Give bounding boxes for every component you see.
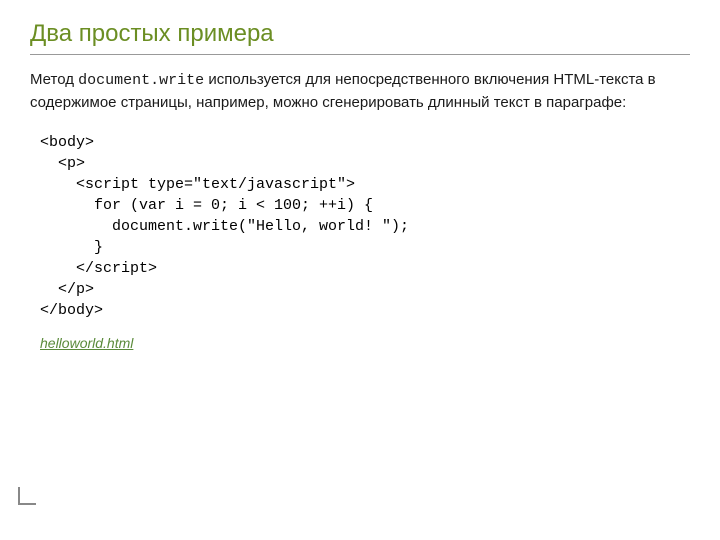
corner-decoration	[18, 487, 36, 505]
description-paragraph: Метод document.write используется для не…	[30, 69, 690, 114]
para-inline-code: document.write	[78, 72, 204, 89]
source-file-link[interactable]: helloworld.html	[40, 335, 133, 351]
para-text-pre: Метод	[30, 71, 78, 88]
slide-title: Два простых примера	[30, 20, 690, 55]
code-block: <body> <p> <script type="text/javascript…	[40, 132, 690, 321]
